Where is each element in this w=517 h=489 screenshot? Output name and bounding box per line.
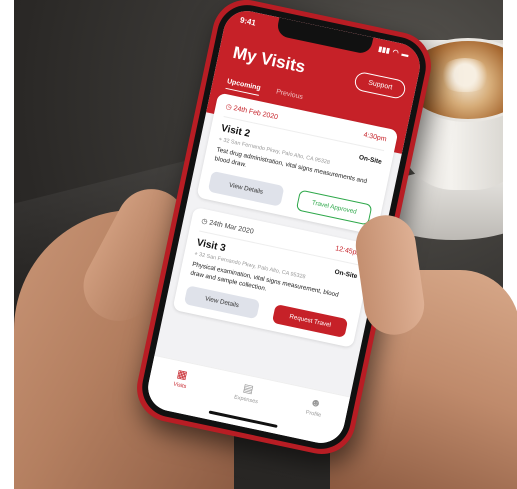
view-details-button[interactable]: View Details [183,285,260,320]
signal-icon: ▮▮▮ [377,45,391,56]
status-icons: ▮▮▮ ◠ ▬ [378,45,410,59]
receipt-icon: ▤ [241,382,255,397]
nav-visits[interactable]: ▦ Visits [172,368,190,391]
status-time: 9:41 [239,14,257,28]
nav-expenses[interactable]: ▤ Expenses [233,382,262,406]
visit-date-text: 24th Feb 2020 [232,105,279,122]
request-travel-button[interactable]: Request Travel [272,304,349,338]
visit-date: ◷ 24th Feb 2020 [225,102,279,121]
page-title: My Visits [231,42,308,77]
wifi-icon: ◠ [391,48,400,57]
visit-date-text: 24th Mar 2020 [208,219,255,236]
visit-date: ◷ 24th Mar 2020 [201,217,255,236]
view-details-button[interactable]: View Details [207,170,285,207]
latte-art [439,58,491,92]
user-icon: ☻ [308,396,323,411]
visit-type: On-Site [358,154,383,166]
battery-icon: ▬ [400,50,410,59]
nav-label: Profile [305,409,322,419]
nav-label: Visits [172,381,187,391]
support-button[interactable]: Support [353,70,407,100]
nav-label: Expenses [233,394,259,406]
tab-previous[interactable]: Previous [275,88,303,104]
visit-type: On-Site [333,268,358,281]
nav-profile[interactable]: ☻ Profile [305,396,324,419]
calendar-icon: ▦ [175,368,189,382]
tab-upcoming[interactable]: Upcoming [225,78,262,96]
travel-approved-button[interactable]: Travel Approved [295,189,373,226]
visit-time: 4:30pm [362,131,388,144]
